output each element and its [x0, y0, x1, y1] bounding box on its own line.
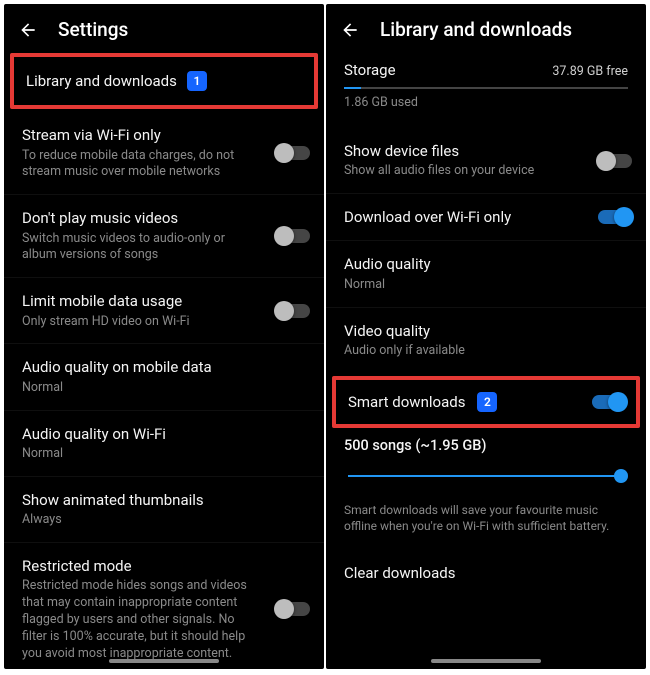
page-title: Library and downloads [380, 18, 572, 41]
row-sub: Normal [344, 277, 628, 294]
slider-note: Smart downloads will save your favourite… [344, 502, 628, 536]
smart-downloads-slider-block: 500 songs (~1.95 GB) Smart downloads wil… [326, 431, 646, 546]
storage-bar-fill [344, 87, 361, 89]
row-sub: Always [22, 512, 306, 529]
row-title: Stream via Wi-Fi only [22, 125, 306, 145]
library-downloads-label: Library and downloads [26, 71, 177, 91]
library-downloads-row[interactable]: Library and downloads 1 [10, 53, 318, 109]
row-title: Show device files [344, 141, 628, 161]
limit-data-row[interactable]: Limit mobile data usage Only stream HD v… [4, 278, 324, 344]
step-badge-2: 2 [477, 392, 497, 412]
row-sub: Switch music videos to audio-only or alb… [22, 231, 306, 265]
slider-label: 500 songs (~1.95 GB) [344, 437, 628, 454]
show-device-files-row[interactable]: Show device files Show all audio files o… [326, 128, 646, 194]
storage-block: Storage 37.89 GB free 1.86 GB used [326, 51, 646, 114]
video-quality-row[interactable]: Video quality Audio only if available [326, 308, 646, 373]
show-device-files-toggle[interactable] [598, 154, 632, 168]
storage-free: 37.89 GB free [552, 64, 628, 79]
back-icon[interactable] [340, 20, 360, 40]
row-sub: Normal [22, 446, 306, 463]
smart-downloads-toggle[interactable] [592, 395, 626, 409]
row-title: Limit mobile data usage [22, 291, 306, 311]
row-title: Audio quality on Wi-Fi [22, 424, 306, 444]
library-downloads-screen: Library and downloads Storage 37.89 GB f… [326, 4, 646, 669]
stream-wifi-row[interactable]: Stream via Wi-Fi only To reduce mobile d… [4, 112, 324, 195]
audio-quality-wifi-row[interactable]: Audio quality on Wi-Fi Normal [4, 411, 324, 477]
header: Library and downloads [326, 4, 646, 51]
storage-used: 1.86 GB used [344, 95, 628, 110]
songs-slider[interactable] [344, 464, 628, 488]
back-icon[interactable] [18, 20, 38, 40]
row-sub: Restricted mode hides songs and videos t… [22, 578, 306, 662]
download-wifi-toggle[interactable] [598, 210, 632, 224]
row-title: Restricted mode [22, 556, 306, 576]
row-sub: Show all audio files on your device [344, 163, 628, 180]
row-sub: Normal [22, 380, 306, 397]
audio-quality-mobile-row[interactable]: Audio quality on mobile data Normal [4, 344, 324, 410]
smart-downloads-label: Smart downloads [348, 393, 465, 411]
clear-downloads-row[interactable]: Clear downloads [326, 545, 646, 596]
row-title: Clear downloads [344, 563, 628, 583]
row-sub: Only stream HD video on Wi-Fi [22, 314, 306, 331]
stream-wifi-toggle[interactable] [276, 146, 310, 160]
settings-screen: Settings Library and downloads 1 Stream … [4, 4, 324, 669]
row-title: Show animated thumbnails [22, 490, 306, 510]
download-wifi-row[interactable]: Download over Wi-Fi only [326, 194, 646, 241]
header: Settings [4, 4, 324, 51]
no-music-video-row[interactable]: Don't play music videos Switch music vid… [4, 195, 324, 278]
page-title: Settings [58, 18, 128, 41]
row-sub: Audio only if available [344, 343, 628, 360]
smart-downloads-row[interactable]: Smart downloads 2 [332, 376, 640, 428]
row-title: Audio quality [344, 254, 628, 274]
row-title: Video quality [344, 321, 628, 341]
restricted-mode-row[interactable]: Restricted mode Restricted mode hides so… [4, 543, 324, 669]
thumbnails-row[interactable]: Show animated thumbnails Always [4, 477, 324, 543]
restricted-mode-toggle[interactable] [276, 602, 310, 616]
step-badge-1: 1 [187, 71, 207, 91]
storage-label: Storage [344, 61, 396, 79]
limit-data-toggle[interactable] [276, 304, 310, 318]
row-title: Download over Wi-Fi only [344, 207, 628, 227]
audio-quality-row[interactable]: Audio quality Normal [326, 241, 646, 307]
row-title: Don't play music videos [22, 208, 306, 228]
no-music-video-toggle[interactable] [276, 229, 310, 243]
home-indicator[interactable] [431, 659, 541, 663]
storage-bar [344, 87, 628, 89]
home-indicator[interactable] [109, 659, 219, 663]
row-title: Audio quality on mobile data [22, 357, 306, 377]
row-sub: To reduce mobile data charges, do not st… [22, 148, 306, 182]
